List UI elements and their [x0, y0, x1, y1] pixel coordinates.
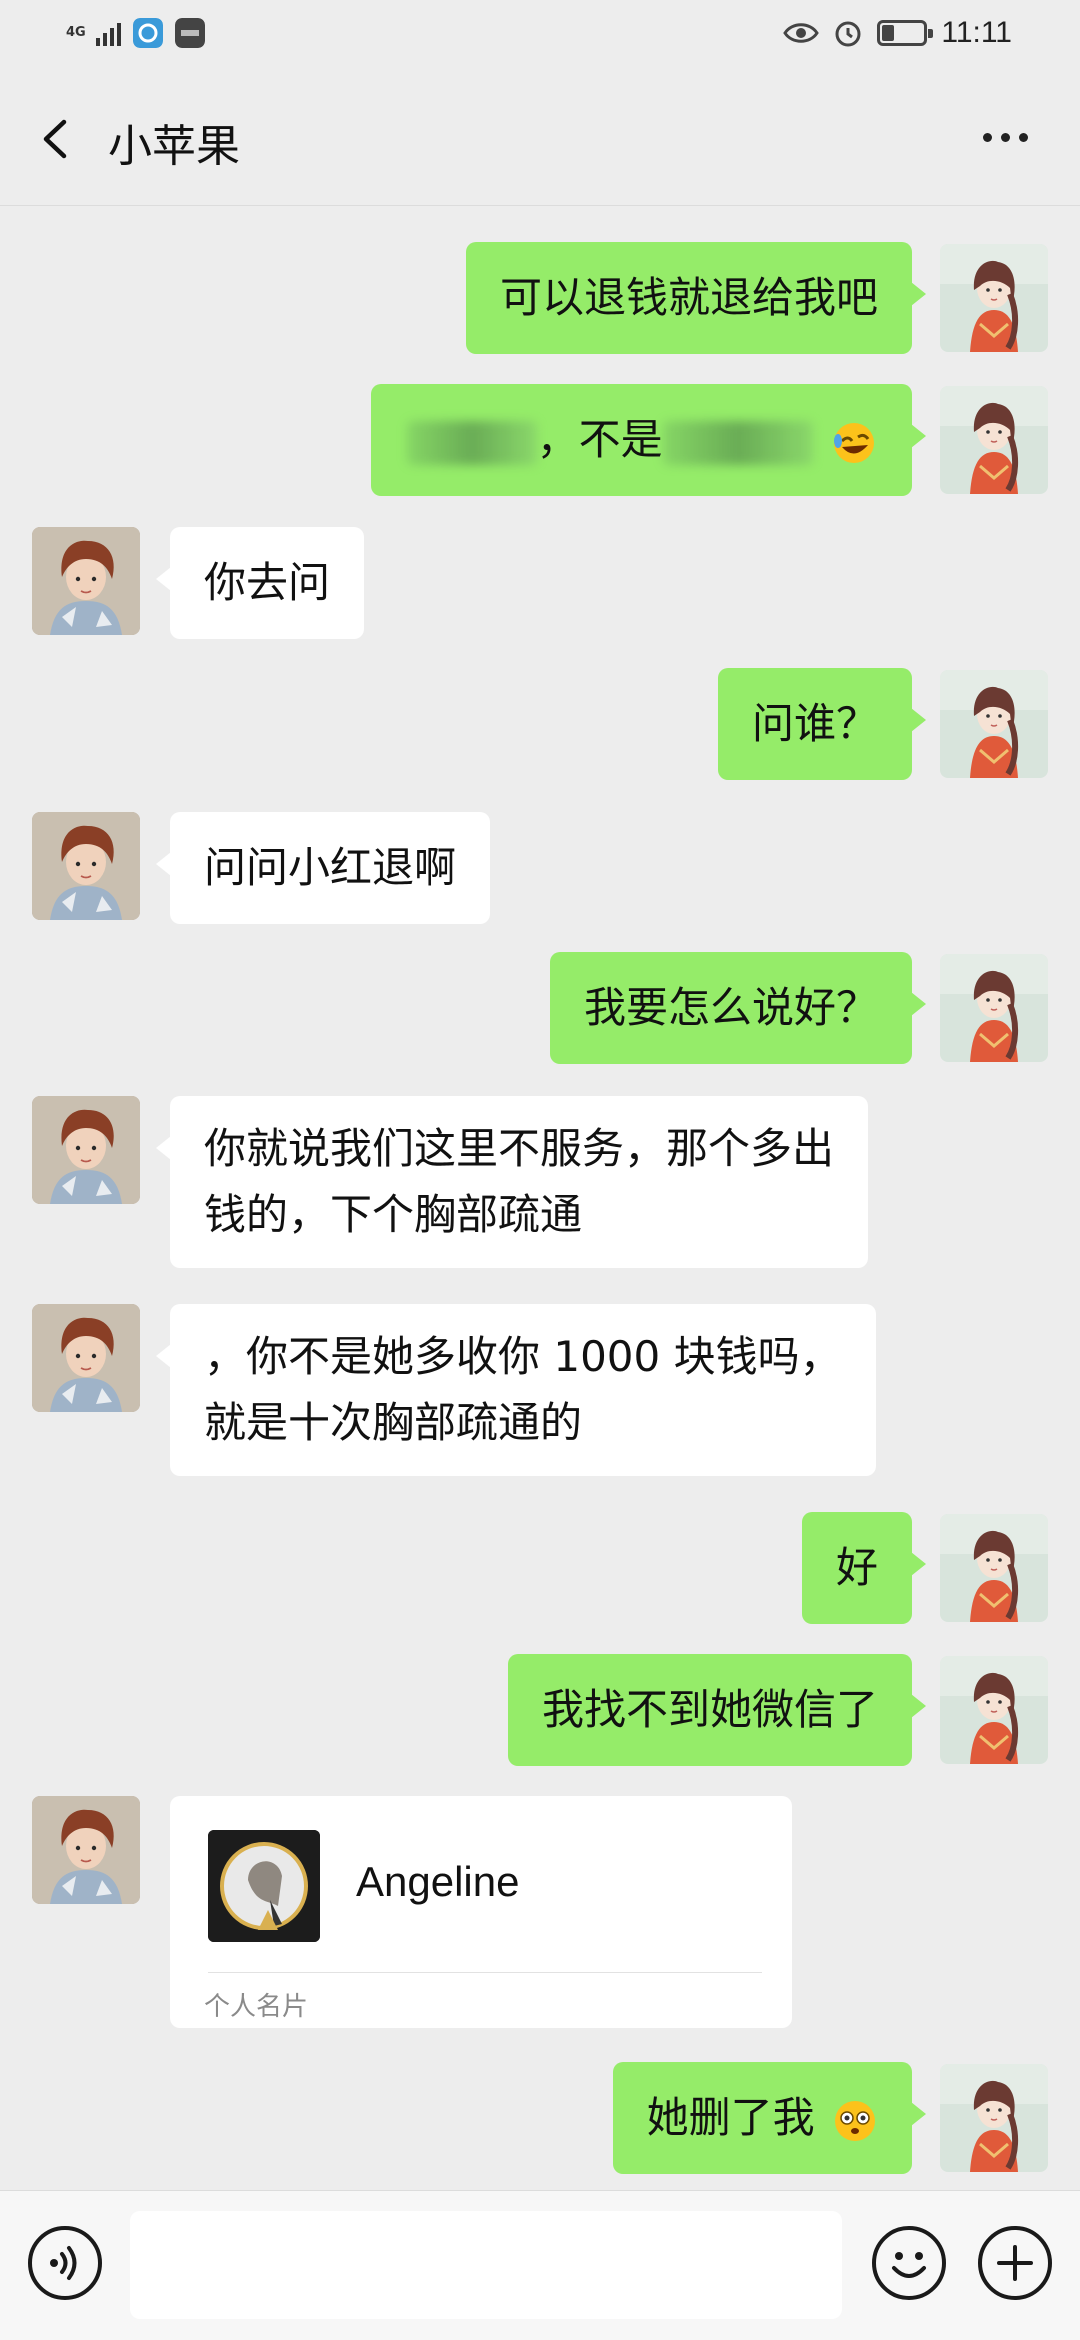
avatar-contact[interactable]: [32, 812, 140, 920]
message-text: 可以退钱就退给我吧: [499, 273, 878, 322]
contact-card-name: Angeline: [356, 1858, 520, 1905]
emoji-button[interactable]: [872, 2226, 946, 2300]
message-bubble-received[interactable]: 问问小红退啊: [155, 812, 491, 924]
smiley-icon: [892, 2252, 926, 2278]
avatar-me[interactable]: [940, 2064, 1048, 2172]
network-type: 4G: [66, 25, 86, 40]
message-bubble-received[interactable]: 你去问: [155, 527, 365, 639]
message-bubble-sent[interactable]: 可以退钱就退给我吧: [465, 242, 927, 354]
avatar-me[interactable]: [940, 954, 1048, 1062]
message-bubble-sent[interactable]: 我要怎么说好？: [549, 952, 927, 1064]
contact-card[interactable]: Angeline 个人名片: [170, 1796, 792, 2028]
message-bubble-sent[interactable]: 我找不到她微信了: [507, 1654, 927, 1766]
chevron-left-icon: [43, 119, 67, 159]
message-text: 问谁？: [751, 699, 878, 748]
divider: [208, 1972, 762, 1973]
avatar-me[interactable]: [940, 244, 1048, 352]
battery-icon: [877, 20, 934, 46]
clock: 11:11: [941, 16, 1012, 49]
huawei-app-icon: [175, 18, 205, 48]
contact-card-photo: [208, 1830, 320, 1942]
message-input[interactable]: [130, 2211, 842, 2319]
signal-icon: [96, 20, 121, 46]
status-right: 11:11: [783, 16, 1012, 50]
avatar-me[interactable]: [940, 386, 1048, 494]
browser-app-icon: [133, 18, 163, 48]
flushed-face-emoji: [835, 2100, 875, 2141]
avatar-me[interactable]: [940, 670, 1048, 778]
message-bubble-sent[interactable]: 好: [801, 1512, 927, 1624]
message-text: 你去问: [204, 558, 331, 607]
back-button[interactable]: [26, 104, 86, 174]
message-bubble-sent[interactable]: ，不是: [370, 384, 927, 496]
plus-button[interactable]: [978, 2226, 1052, 2300]
battery-level: [882, 25, 895, 41]
message-text-line: ，你不是她多收你 1000 块钱吗，: [204, 1332, 842, 1381]
message-bubble-received[interactable]: 你就说我们这里不服务，那个多出 钱的，下个胸部疏通: [155, 1096, 869, 1268]
status-left: 4G: [66, 18, 205, 48]
voice-icon: [50, 2246, 77, 2280]
plus-icon: [997, 2245, 1033, 2281]
avatar-contact[interactable]: [32, 1096, 140, 1204]
message-bubble-sent[interactable]: 问谁？: [717, 668, 927, 780]
redacted-text: [406, 420, 537, 465]
voice-button[interactable]: [28, 2226, 102, 2300]
message-text-line: 就是十次胸部疏通的: [204, 1398, 583, 1447]
more-options-button[interactable]: [970, 112, 1040, 162]
avatar-contact[interactable]: [32, 1796, 140, 1904]
eye-icon: [783, 23, 820, 43]
message-text: 我找不到她微信了: [541, 1685, 878, 1734]
avatar-contact[interactable]: [32, 1304, 140, 1412]
input-bar: [0, 2190, 1080, 2340]
redacted-text: [662, 420, 813, 465]
alarm-icon: [835, 21, 861, 47]
message-text: 我要怎么说好？: [583, 983, 878, 1032]
contact-card-type: 个人名片: [204, 1992, 309, 2022]
message-text: 她删了我: [646, 2093, 815, 2142]
message-text: ，不是: [536, 415, 663, 464]
message-text: 好: [835, 1543, 878, 1592]
message-text-line: 你就说我们这里不服务，那个多出: [204, 1124, 835, 1173]
message-text-line: 钱的，下个胸部疏通: [204, 1190, 583, 1239]
avatar-me[interactable]: [940, 1656, 1048, 1764]
avatar-me[interactable]: [940, 1514, 1048, 1622]
chat-title: 小苹果: [108, 121, 240, 172]
avatar-contact[interactable]: [32, 527, 140, 635]
status-bar: 4G 11:11: [0, 0, 1080, 72]
message-bubble-sent[interactable]: 她删了我: [612, 2062, 927, 2174]
chat-header: 小苹果: [0, 72, 1080, 206]
message-text: 问问小红退啊: [204, 843, 457, 892]
rolling-laugh-emoji: [834, 422, 874, 463]
message-bubble-received[interactable]: ，你不是她多收你 1000 块钱吗， 就是十次胸部疏通的: [156, 1304, 876, 1476]
more-dots-icon: [982, 132, 992, 142]
